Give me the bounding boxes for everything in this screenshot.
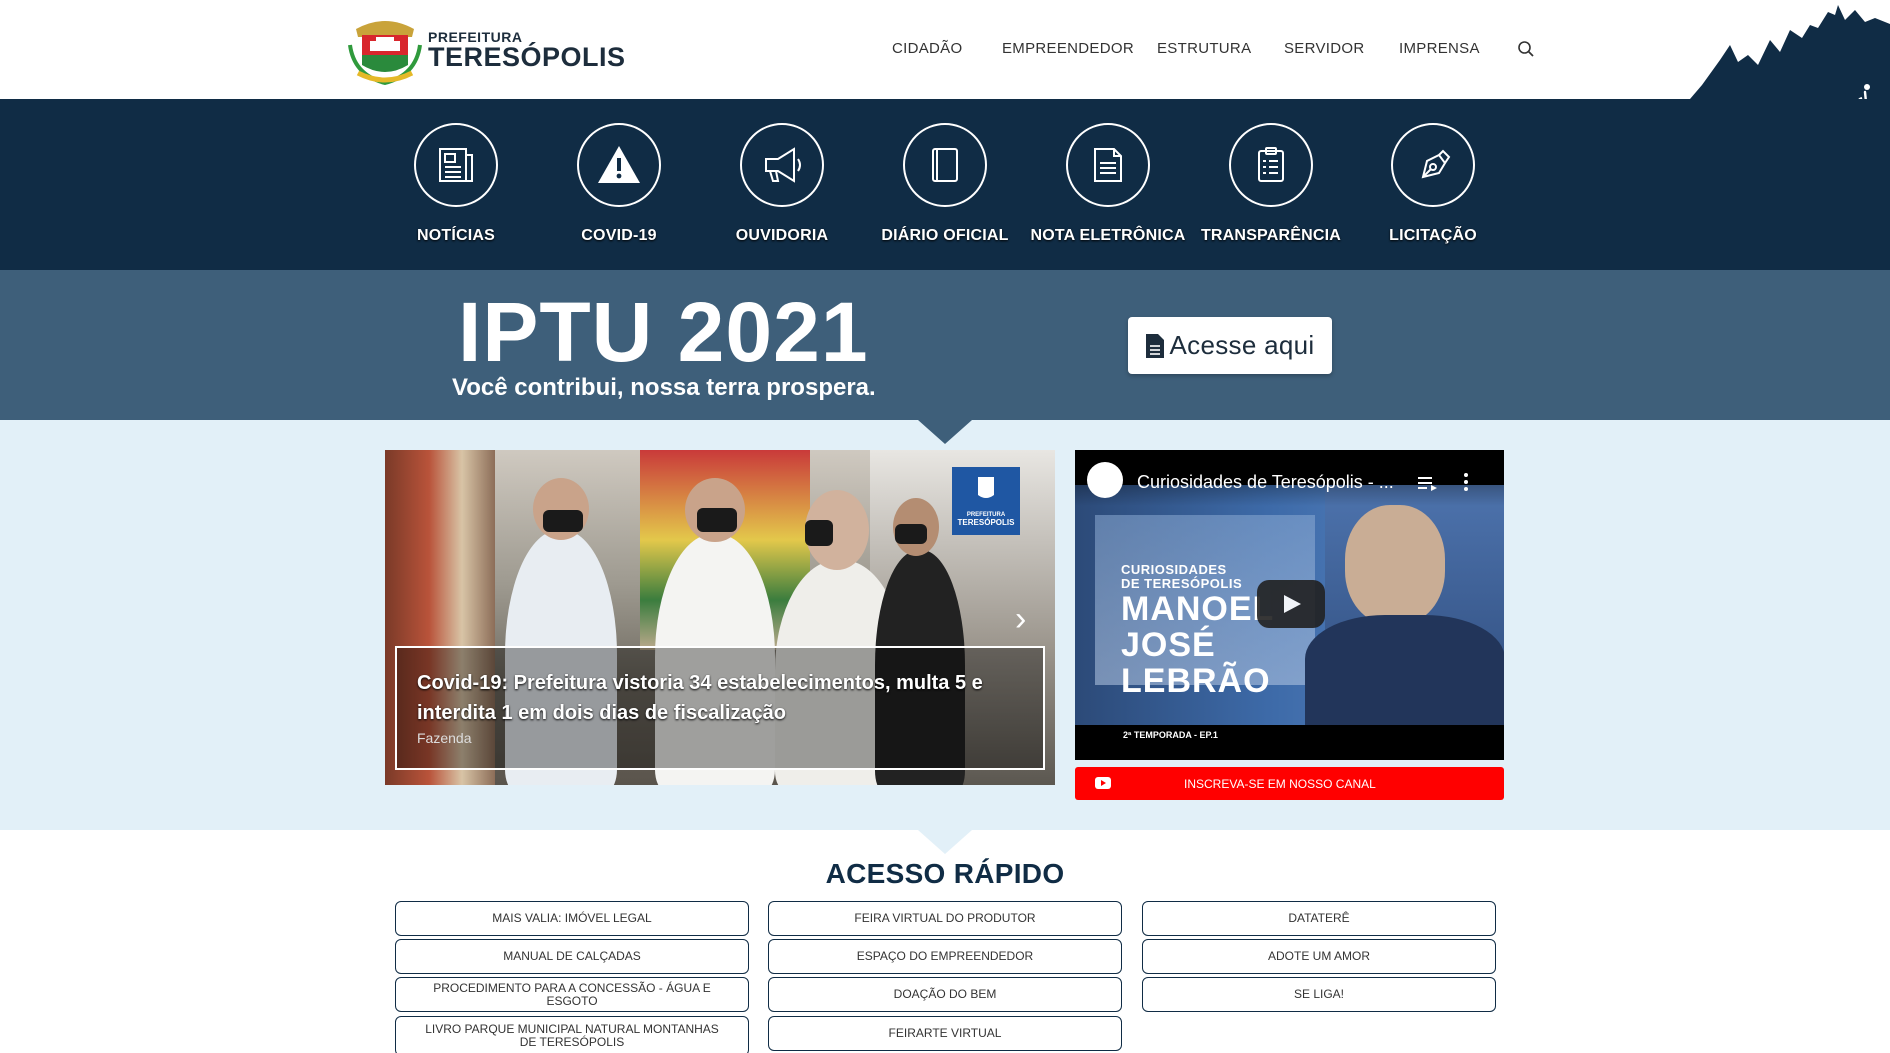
video-title[interactable]: Curiosidades de Teresópolis - ... (1137, 472, 1394, 493)
nav-cidadao[interactable]: CIDADÃO (892, 40, 962, 57)
iptu-button-label: Acesse aqui (1169, 330, 1315, 360)
service-label: LICITAÇÃO (1389, 227, 1477, 244)
news-photo-mask (805, 520, 833, 546)
thumbnail-face (1345, 505, 1445, 625)
service-covid[interactable]: COVID-19 (539, 123, 699, 245)
overlay-line: CURIOSIDADES (1121, 562, 1227, 577)
quick-link[interactable]: PROCEDIMENTO PARA A CONCESSÃO - ÁGUA E E… (395, 977, 749, 1012)
site-logo[interactable]: PREFEITURA TERESÓPOLIS (346, 14, 626, 86)
news-caption: Covid-19: Prefeitura vistoria 34 estabel… (395, 646, 1045, 770)
clipboard-icon (1258, 147, 1284, 182)
news-photo-mask (697, 508, 737, 532)
quick-link[interactable]: ESPAÇO DO EMPREENDEDOR (768, 939, 1122, 974)
iptu-title: IPTU 2021 (458, 285, 869, 379)
coat-of-arms-icon (348, 21, 422, 85)
nav-imprensa[interactable]: IMPRENSA (1399, 40, 1480, 57)
nav-servidor[interactable]: SERVIDOR (1284, 40, 1364, 57)
service-label: DIÁRIO OFICIAL (881, 227, 1009, 244)
quick-access-title: ACESSO RÁPIDO (825, 858, 1065, 889)
coat-of-arms-icon (978, 477, 994, 498)
more-options-icon[interactable] (1463, 472, 1469, 492)
quick-link[interactable]: MANUAL DE CALÇADAS (395, 939, 749, 974)
overlay-line: DE TERESÓPOLIS (1121, 576, 1243, 591)
youtube-icon (1095, 777, 1111, 789)
service-licitacao[interactable]: LICITAÇÃO (1353, 123, 1513, 245)
quick-link[interactable]: DOAÇÃO DO BEM (768, 977, 1122, 1012)
iptu-access-button[interactable]: Acesse aqui (1128, 317, 1332, 374)
iptu-subtitle: Você contribui, nossa terra prospera. (452, 374, 876, 401)
service-label: COVID-19 (581, 227, 657, 244)
service-label: TRANSPARÊNCIA (1200, 227, 1342, 244)
section-arrow (918, 420, 972, 444)
quick-link[interactable]: FEIRARTE VIRTUAL (768, 1016, 1122, 1051)
badge-big-text: TERESÓPOLIS (957, 518, 1015, 527)
service-label: NOTÍCIAS (416, 227, 496, 244)
megaphone-icon (765, 147, 801, 183)
services-bar: NOTÍCIAS COVID-19 OUVIDORIA DIÁRIO OFICI… (0, 99, 1890, 270)
channel-avatar[interactable] (1087, 462, 1123, 498)
quick-link[interactable]: ADOTE UM AMOR (1142, 939, 1496, 974)
quick-link[interactable]: FEIRA VIRTUAL DO PRODUTOR (768, 901, 1122, 936)
site-header: PREFEITURA TERESÓPOLIS CIDADÃO EMPREENDE… (0, 0, 1890, 99)
iptu-banner: IPTU 2021 Você contribui, nossa terra pr… (0, 270, 1890, 420)
news-photo-mask (543, 510, 583, 532)
overlay-line: MANOEL (1121, 590, 1275, 628)
quick-link[interactable]: DATATERÊ (1142, 901, 1496, 936)
logo-city-text: TERESÓPOLIS (428, 42, 626, 72)
search-icon[interactable] (1517, 40, 1535, 58)
subscribe-channel-button[interactable]: INSCREVA-SE EM NOSSO CANAL (1075, 767, 1504, 800)
quick-link[interactable]: LIVRO PARQUE MUNICIPAL NATURAL MONTANHAS… (395, 1016, 749, 1053)
subscribe-label: INSCREVA-SE EM NOSSO CANAL (1184, 776, 1376, 791)
carousel-next-chevron-icon[interactable]: › (1015, 600, 1026, 639)
service-label: OUVIDORIA (735, 227, 829, 244)
quick-link[interactable]: SE LIGA! (1142, 977, 1496, 1012)
overlay-line: JOSÉ (1121, 626, 1216, 664)
play-button[interactable] (1257, 580, 1325, 628)
section-arrow (918, 830, 972, 854)
nav-estrutura[interactable]: ESTRUTURA (1157, 40, 1251, 57)
newspaper-icon (439, 148, 473, 182)
book-icon (932, 148, 958, 182)
youtube-video-player[interactable]: CURIOSIDADES DE TERESÓPOLIS MANOEL JOSÉ … (1075, 450, 1504, 760)
play-icon (1284, 595, 1301, 613)
nav-empreendedor[interactable]: EMPREENDEDOR (1002, 40, 1134, 57)
video-episode-label: 2ª TEMPORADA - EP.1 (1123, 730, 1218, 740)
playlist-icon[interactable] (1418, 474, 1438, 492)
warning-icon (598, 146, 640, 183)
overlay-line: LEBRÃO (1121, 662, 1271, 700)
service-diario-oficial[interactable]: DIÁRIO OFICIAL (865, 123, 1025, 245)
prefeitura-badge: PREFEITURA TERESÓPOLIS (952, 467, 1020, 535)
video-overlay-big: MANOEL JOSÉ LEBRÃO (1121, 591, 1274, 699)
service-nota-eletronica[interactable]: NOTA ELETRÔNICA (1028, 123, 1188, 245)
news-carousel[interactable]: PREFEITURA TERESÓPOLIS › Covid-19: Prefe… (385, 450, 1055, 785)
thumbnail-body (1305, 615, 1504, 725)
news-photo-mask (895, 524, 927, 544)
document-icon (1094, 148, 1122, 182)
news-category[interactable]: Fazenda (417, 730, 1023, 746)
video-overlay-small: CURIOSIDADES DE TERESÓPOLIS (1121, 563, 1242, 591)
quick-link[interactable]: MAIS VALIA: IMÓVEL LEGAL (395, 901, 749, 936)
service-label: NOTA ELETRÔNICA (1030, 227, 1186, 244)
service-ouvidoria[interactable]: OUVIDORIA (702, 123, 862, 245)
file-icon (1145, 333, 1164, 358)
service-transparencia[interactable]: TRANSPARÊNCIA (1191, 123, 1351, 245)
news-headline[interactable]: Covid-19: Prefeitura vistoria 34 estabel… (417, 668, 1023, 728)
service-noticias[interactable]: NOTÍCIAS (376, 123, 536, 245)
pen-nib-icon (1421, 149, 1451, 179)
